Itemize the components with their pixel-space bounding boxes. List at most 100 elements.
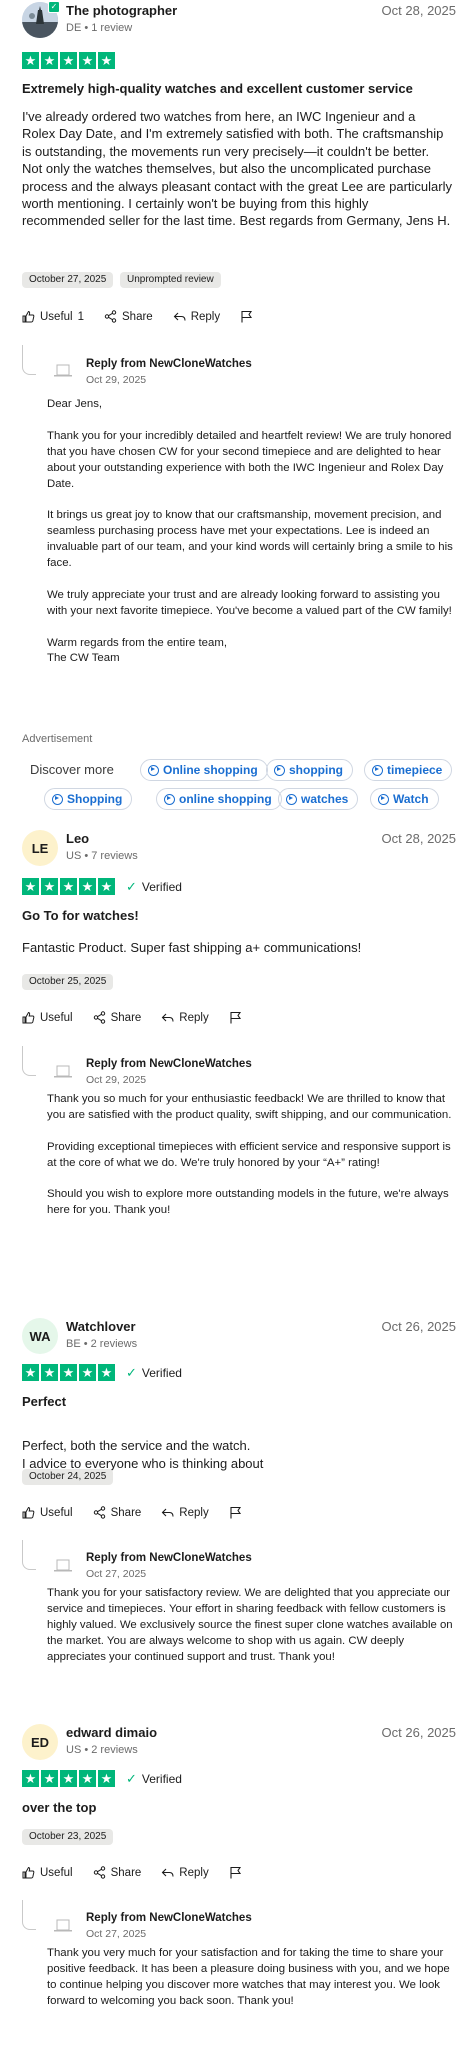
experience-date-chip: October 27, 2025 bbox=[22, 272, 114, 288]
reply-icon bbox=[162, 1868, 174, 1877]
reviewer-name[interactable]: The photographer bbox=[66, 3, 177, 18]
star-icon: ★ bbox=[60, 52, 77, 69]
play-icon bbox=[52, 793, 63, 805]
useful-button[interactable]: Useful bbox=[22, 1506, 73, 1519]
reply-button[interactable]: Reply bbox=[161, 1866, 209, 1879]
star-icon: ★ bbox=[22, 1770, 39, 1787]
flag-button[interactable] bbox=[229, 1506, 242, 1519]
reviewer-meta: US • 7 reviews bbox=[66, 850, 138, 862]
reviewer-name[interactable]: Leo bbox=[66, 831, 89, 846]
reply-paragraph: Thank you so much for your enthusiastic … bbox=[47, 1093, 452, 1121]
share-button[interactable]: Share bbox=[93, 1506, 141, 1519]
flag-button[interactable] bbox=[229, 1011, 242, 1024]
verified-check-icon: ✓ bbox=[126, 1365, 137, 1380]
reply-icon bbox=[162, 1508, 174, 1517]
reply-connector bbox=[22, 1046, 36, 1076]
reply-button[interactable]: Reply bbox=[161, 1011, 209, 1024]
useful-button[interactable]: Useful bbox=[22, 1866, 73, 1879]
ad-link-label: timepiece bbox=[387, 763, 443, 777]
star-icon: ★ bbox=[79, 52, 96, 69]
review-title[interactable]: Perfect bbox=[22, 1394, 66, 1409]
avatar[interactable]: LE bbox=[22, 830, 58, 866]
reply-text: Thank you for your satisfactory review. … bbox=[47, 1586, 457, 1666]
ad-link-watch[interactable]: Watch bbox=[370, 788, 439, 810]
flag-icon bbox=[230, 1506, 241, 1519]
flag-button[interactable] bbox=[229, 1866, 242, 1879]
share-button[interactable]: Share bbox=[93, 1866, 141, 1879]
flag-button[interactable] bbox=[240, 310, 253, 323]
reviewer-meta: US • 2 reviews bbox=[66, 1744, 138, 1756]
verified-check-icon: ✓ bbox=[126, 1771, 137, 1786]
ad-link-watches[interactable]: watches bbox=[278, 788, 359, 810]
verified-label: Verified bbox=[141, 1772, 182, 1786]
review-date: Oct 26, 2025 bbox=[381, 1725, 456, 1740]
reply-paragraph: Should you wish to explore more outstand… bbox=[47, 1188, 449, 1217]
ad-link-label: Watch bbox=[393, 792, 429, 806]
reply-paragraph: We truly appreciate your trust and are a… bbox=[47, 588, 452, 617]
reply-paragraph: Providing exceptional timepieces with ef… bbox=[47, 1140, 451, 1169]
review-text: Perfect, both the service and the watch.… bbox=[22, 1438, 264, 1471]
reviewer-name[interactable]: Watchlover bbox=[66, 1319, 136, 1334]
star-icon: ★ bbox=[22, 52, 39, 69]
thumbs-up-icon bbox=[22, 1866, 35, 1879]
ad-link-label: shopping bbox=[289, 763, 343, 777]
verified-badge: ✓ Verified bbox=[126, 1365, 182, 1381]
review-title[interactable]: over the top bbox=[22, 1800, 96, 1815]
ad-link-shopping-2[interactable]: Shopping bbox=[44, 788, 133, 810]
share-button[interactable]: Share bbox=[104, 310, 153, 323]
share-icon bbox=[93, 1866, 105, 1879]
review-title[interactable]: Go To for watches! bbox=[22, 908, 139, 923]
ad-link-online-shopping[interactable]: Online shopping bbox=[140, 759, 268, 781]
useful-button[interactable]: Useful bbox=[22, 1011, 73, 1024]
reviewer-meta: DE • 1 review bbox=[66, 22, 133, 34]
company-reply: Reply from NewCloneWatches Oct 29, 2025 … bbox=[22, 345, 458, 705]
star-icon: ★ bbox=[22, 878, 39, 895]
useful-count: 1 bbox=[77, 310, 85, 323]
avatar[interactable]: ED bbox=[22, 1724, 58, 1760]
star-icon: ★ bbox=[98, 1770, 115, 1787]
share-icon bbox=[93, 1011, 105, 1024]
reviewer-meta: BE • 2 reviews bbox=[66, 1338, 138, 1350]
star-rating: ★ ★ ★ ★ ★ bbox=[22, 878, 115, 895]
share-button[interactable]: Share bbox=[93, 1011, 142, 1024]
experience-date-chip: October 23, 2025 bbox=[22, 1829, 114, 1845]
star-icon: ★ bbox=[79, 878, 96, 895]
reply-date: Oct 29, 2025 bbox=[86, 374, 147, 386]
play-icon bbox=[286, 793, 297, 805]
star-icon: ★ bbox=[22, 1364, 39, 1381]
star-icon: ★ bbox=[79, 1364, 96, 1381]
company-reply: Reply from NewCloneWatches Oct 29, 2025 … bbox=[22, 1046, 458, 1246]
useful-button[interactable]: Useful 1 bbox=[22, 310, 84, 323]
reply-label: Reply bbox=[179, 1011, 209, 1024]
verified-badge: ✓ Verified bbox=[126, 1771, 182, 1787]
review-title[interactable]: Extremely high-quality watches and excel… bbox=[22, 81, 413, 96]
thumbs-up-icon bbox=[22, 1506, 35, 1519]
reply-button[interactable]: Reply bbox=[173, 310, 220, 323]
ad-link-label: watches bbox=[301, 792, 349, 806]
star-rating: ★ ★ ★ ★ ★ bbox=[22, 1364, 115, 1381]
play-icon bbox=[372, 764, 383, 776]
review-card: ✓ The photographer DE • 1 review Oct 28,… bbox=[0, 0, 468, 720]
ad-link-online-shopping-2[interactable]: online shopping bbox=[156, 788, 282, 810]
star-icon: ★ bbox=[79, 1770, 96, 1787]
reviewer-name[interactable]: edward dimaio bbox=[66, 1725, 157, 1740]
experience-date-chip: October 24, 2025 bbox=[22, 1469, 114, 1485]
avatar[interactable]: WA bbox=[22, 1318, 58, 1354]
share-label: Share bbox=[110, 1011, 142, 1024]
ad-link-timepiece[interactable]: timepiece bbox=[364, 759, 453, 781]
review-actions: Useful Share Reply bbox=[22, 1011, 262, 1024]
discover-more-label: Discover more bbox=[30, 762, 114, 777]
review-body: I've already ordered two watches from he… bbox=[22, 108, 452, 230]
review-header: ✓ The photographer DE • 1 review Oct 28,… bbox=[22, 0, 456, 44]
review-actions: Useful Share Reply bbox=[22, 1866, 262, 1879]
star-rating: ★ ★ ★ ★ ★ bbox=[22, 1770, 115, 1787]
verified-check-icon: ✓ bbox=[126, 879, 137, 894]
play-icon bbox=[274, 764, 285, 776]
reply-button[interactable]: Reply bbox=[161, 1506, 209, 1519]
ad-link-label: Shopping bbox=[67, 792, 123, 806]
reply-from: Reply from NewCloneWatches bbox=[86, 1058, 252, 1070]
company-logo-icon bbox=[54, 364, 72, 377]
star-icon: ★ bbox=[41, 1770, 58, 1787]
star-icon: ★ bbox=[98, 52, 115, 69]
ad-link-shopping[interactable]: shopping bbox=[266, 759, 353, 781]
